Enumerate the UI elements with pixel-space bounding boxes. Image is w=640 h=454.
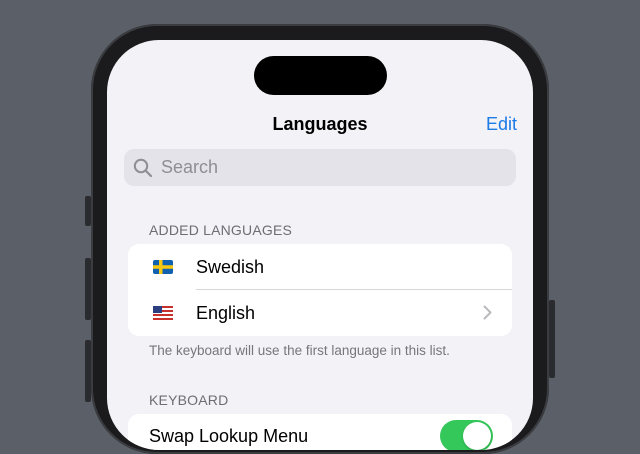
keyboard-header: KEYBOARD [149,392,229,408]
swap-lookup-menu-toggle[interactable] [440,420,493,450]
language-label: Swedish [196,256,265,277]
us-flag-icon [153,306,173,320]
toggle-knob [463,422,491,450]
mute-switch [85,196,91,226]
edit-button[interactable]: Edit [486,114,517,135]
screen: Languages Edit ADDED LANGUAGES Swedish [107,40,533,450]
page-title: Languages [272,114,368,134]
volume-up-button [85,258,91,320]
volume-down-button [85,340,91,402]
search-icon [133,158,153,177]
language-label: English [196,302,256,323]
dynamic-island [254,56,387,95]
languages-footer-note: The keyboard will use the first language… [149,343,450,358]
list-item-english[interactable]: English [128,290,512,336]
power-button [549,300,555,378]
search-input[interactable] [159,156,493,179]
list-item-swedish[interactable]: Swedish [128,244,512,290]
chevron-right-icon [483,305,492,320]
search-bar[interactable] [124,149,516,186]
swap-lookup-menu-label: Swap Lookup Menu [149,426,309,446]
added-languages-header: ADDED LANGUAGES [149,222,293,238]
added-languages-list: Swedish English [128,244,512,336]
swedish-flag-icon [153,260,173,274]
